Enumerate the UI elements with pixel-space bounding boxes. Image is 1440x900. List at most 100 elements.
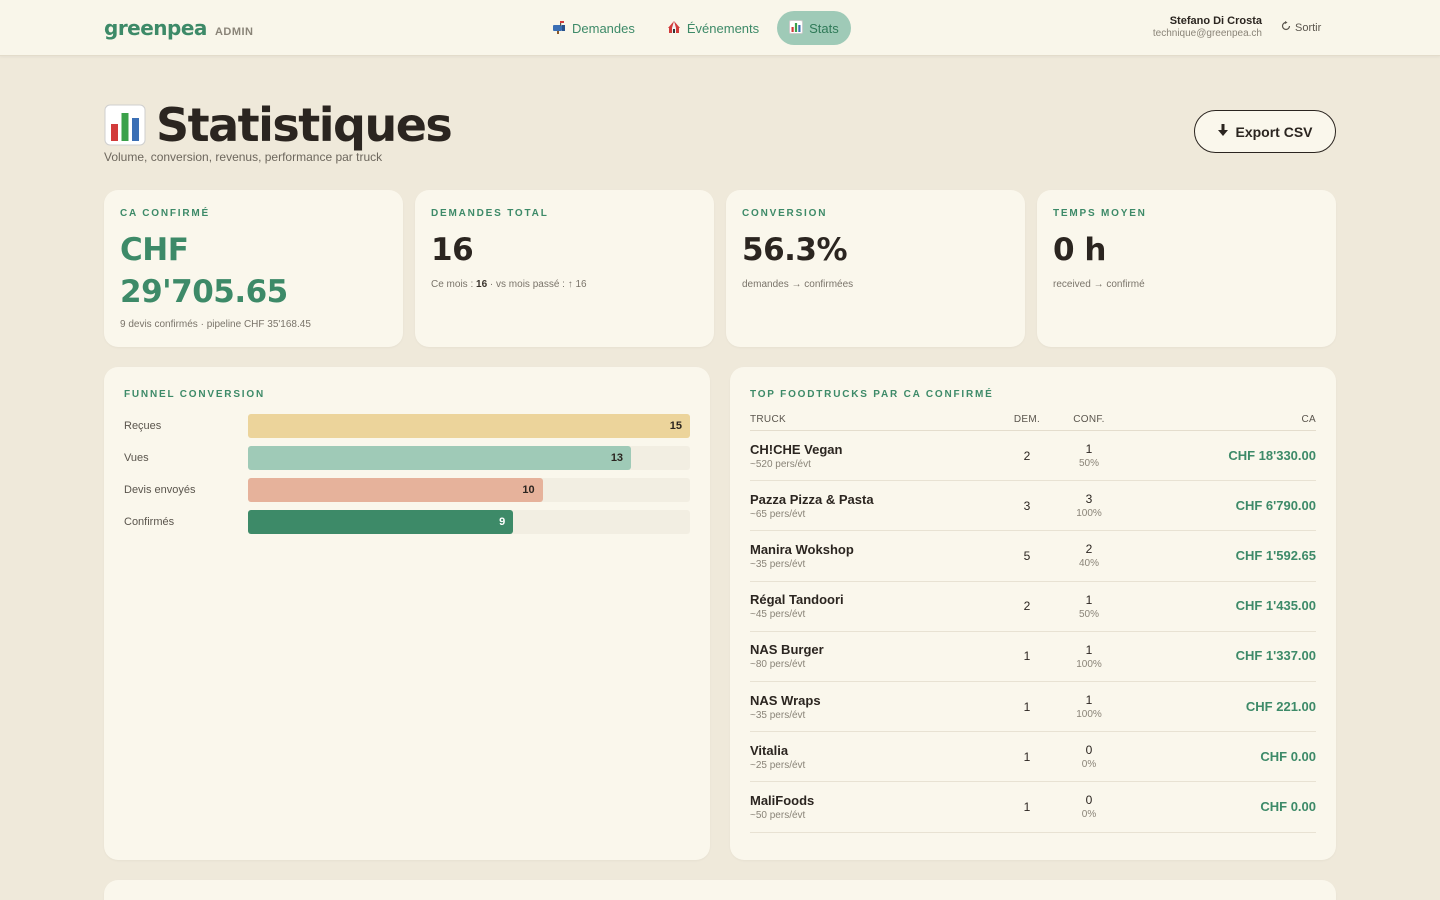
ca-cell: CHF 0.00 <box>1120 731 1316 783</box>
kpi-note: received → confirmé <box>1053 279 1145 290</box>
truck-cell: Vitalia ~25 pers/évt <box>750 731 996 783</box>
nav-stats[interactable]: Stats <box>777 11 851 45</box>
refresh-icon <box>1281 21 1291 34</box>
conf-count: 0 <box>1085 793 1093 808</box>
truck-cell: CH!CHE Vegan ~520 pers/évt <box>750 430 996 482</box>
truck-cell: NAS Wraps ~35 pers/évt <box>750 681 996 733</box>
table-row[interactable]: Régal Tandoori ~45 pers/évt 2 1 50% CHF 1'435… <box>750 581 1316 632</box>
truck-capacity: ~520 pers/évt <box>750 458 811 470</box>
dem-count: 1 <box>1023 649 1031 664</box>
truck-cell: NAS Burger ~80 pers/évt <box>750 631 996 682</box>
funnel-row: Vues 13 <box>124 446 690 470</box>
main-nav: Demandes Événements Stats <box>538 11 851 45</box>
table-row[interactable]: CH!CHE Vegan ~520 pers/évt 2 1 50% CHF 18'330… <box>750 430 1316 482</box>
truck-name[interactable]: Pazza Pizza & Pasta <box>750 492 996 507</box>
logout-label: Sortir <box>1295 21 1322 34</box>
trucks-table: TRUCK DEM. CONF. CA CH!CHE Vegan ~520 per… <box>750 414 1316 833</box>
table-header-row: TRUCK DEM. CONF. CA <box>750 414 1316 431</box>
truck-name[interactable]: CH!CHE Vegan <box>750 442 996 457</box>
conf-cell: 1 50% <box>1058 430 1120 482</box>
truck-name[interactable]: MaliFoods <box>750 793 996 808</box>
ca-value: CHF 18'330.00 <box>1228 447 1316 463</box>
conf-count: 1 <box>1085 592 1093 607</box>
logout-button[interactable]: Sortir <box>1281 21 1321 34</box>
kpi-note: 9 devis confirmés · pipeline CHF 35'168.… <box>120 319 311 330</box>
kpi-value: 56.3% <box>742 232 848 268</box>
funnel-chart: Reçues 15 Vues 13 Devis envoyés 10 Confirmés 9 <box>124 414 690 534</box>
table-row[interactable]: Pazza Pizza & Pasta ~65 pers/évt 3 3 100% CHF… <box>750 480 1316 532</box>
ca-cell: CHF 1'337.00 <box>1120 631 1316 682</box>
truck-name[interactable]: Manira Wokshop <box>750 542 996 557</box>
kpi-note: demandes → confirmées <box>742 279 854 290</box>
ca-cell: CHF 1'592.65 <box>1120 530 1316 582</box>
funnel-label: Reçues <box>124 420 162 432</box>
kpi-label: TEMPS MOYEN <box>1053 208 1147 219</box>
dem-count: 1 <box>1023 749 1031 764</box>
col-ca[interactable]: CA <box>1120 414 1316 431</box>
conf-count: 0 <box>1085 743 1093 758</box>
next-section-card <box>104 880 1336 900</box>
dem-cell: 2 <box>996 581 1058 632</box>
col-dem[interactable]: DEM. <box>996 414 1058 431</box>
truck-cell: Pazza Pizza & Pasta ~65 pers/évt <box>750 480 996 532</box>
funnel-row: Reçues 15 <box>124 414 690 438</box>
funnel-bar: 10 <box>248 478 543 502</box>
circus-tent-icon <box>667 20 681 37</box>
dem-count: 2 <box>1023 599 1031 614</box>
table-row[interactable]: Vitalia ~25 pers/évt 1 0 0% CHF 0.00 <box>750 731 1316 783</box>
funnel-bar: 15 <box>248 414 690 438</box>
brand[interactable]: greenpea ADMIN <box>104 16 254 40</box>
truck-capacity: ~50 pers/évt <box>750 809 806 821</box>
export-csv-button[interactable]: Export CSV <box>1194 110 1336 153</box>
conf-cell: 1 100% <box>1058 681 1120 733</box>
kpi-label: DEMANDES TOTAL <box>431 208 549 219</box>
ca-cell: CHF 221.00 <box>1120 681 1316 733</box>
truck-capacity: ~35 pers/évt <box>750 709 806 721</box>
kpi-revenue-card: CA CONFIRMÉ CHF 29'705.65 9 devis confir… <box>104 190 403 347</box>
conf-cell: 2 40% <box>1058 530 1120 582</box>
funnel-value: 9 <box>499 516 506 528</box>
conf-count: 2 <box>1085 542 1093 557</box>
ca-value: CHF 0.00 <box>1260 748 1316 764</box>
kpi-value: CHF 29'705.65 <box>120 229 387 313</box>
nav-stats-label: Stats <box>809 20 839 36</box>
conf-rate: 100% <box>1076 508 1102 520</box>
col-conf[interactable]: CONF. <box>1058 414 1120 431</box>
export-csv-label: Export CSV <box>1235 123 1313 140</box>
truck-name[interactable]: Vitalia <box>750 743 996 758</box>
dem-cell: 3 <box>996 480 1058 532</box>
table-row[interactable]: NAS Burger ~80 pers/évt 1 1 100% CHF 1'337.00 <box>750 631 1316 682</box>
kpi-value: 16 <box>431 232 474 268</box>
funnel-title: FUNNEL CONVERSION <box>124 389 265 400</box>
col-truck[interactable]: TRUCK <box>750 414 996 431</box>
table-row[interactable]: Manira Wokshop ~35 pers/évt 5 2 40% CHF 1'592… <box>750 530 1316 582</box>
funnel-bar: 13 <box>248 446 632 470</box>
truck-name[interactable]: NAS Wraps <box>750 693 996 708</box>
table-row[interactable]: NAS Wraps ~35 pers/évt 1 1 100% CHF 221.00 <box>750 681 1316 733</box>
kpi-value-amount: 29'705.65 <box>120 274 288 310</box>
nav-evenements[interactable]: Événements <box>653 11 773 45</box>
conf-count: 1 <box>1085 442 1093 457</box>
dem-cell: 1 <box>996 731 1058 783</box>
conf-cell: 1 100% <box>1058 631 1120 682</box>
truck-name[interactable]: NAS Burger <box>750 642 996 657</box>
truck-capacity: ~35 pers/évt <box>750 558 806 570</box>
nav-evenements-label: Événements <box>686 20 760 36</box>
funnel-value: 15 <box>669 420 682 432</box>
kpi-value-currency: CHF <box>120 232 189 268</box>
conf-rate: 100% <box>1076 709 1102 721</box>
funnel-track: 13 <box>248 446 690 470</box>
conf-cell: 3 100% <box>1058 480 1120 532</box>
bar-chart-icon <box>789 19 804 37</box>
conf-rate: 40% <box>1078 558 1099 570</box>
truck-capacity: ~80 pers/évt <box>750 659 806 671</box>
funnel-track: 9 <box>248 510 690 534</box>
funnel-track: 15 <box>248 414 690 438</box>
nav-demandes[interactable]: Demandes <box>538 11 649 45</box>
table-row[interactable]: MaliFoods ~50 pers/évt 1 0 0% CHF 0.00 <box>750 781 1316 833</box>
kpi-note: Ce mois : 16 · vs mois passé : ↑ 16 <box>431 279 587 290</box>
truck-name[interactable]: Régal Tandoori <box>750 592 996 607</box>
ca-cell: CHF 18'330.00 <box>1120 430 1316 482</box>
kpi-label: CONVERSION <box>742 208 828 219</box>
brand-logo[interactable]: greenpea <box>104 16 207 40</box>
